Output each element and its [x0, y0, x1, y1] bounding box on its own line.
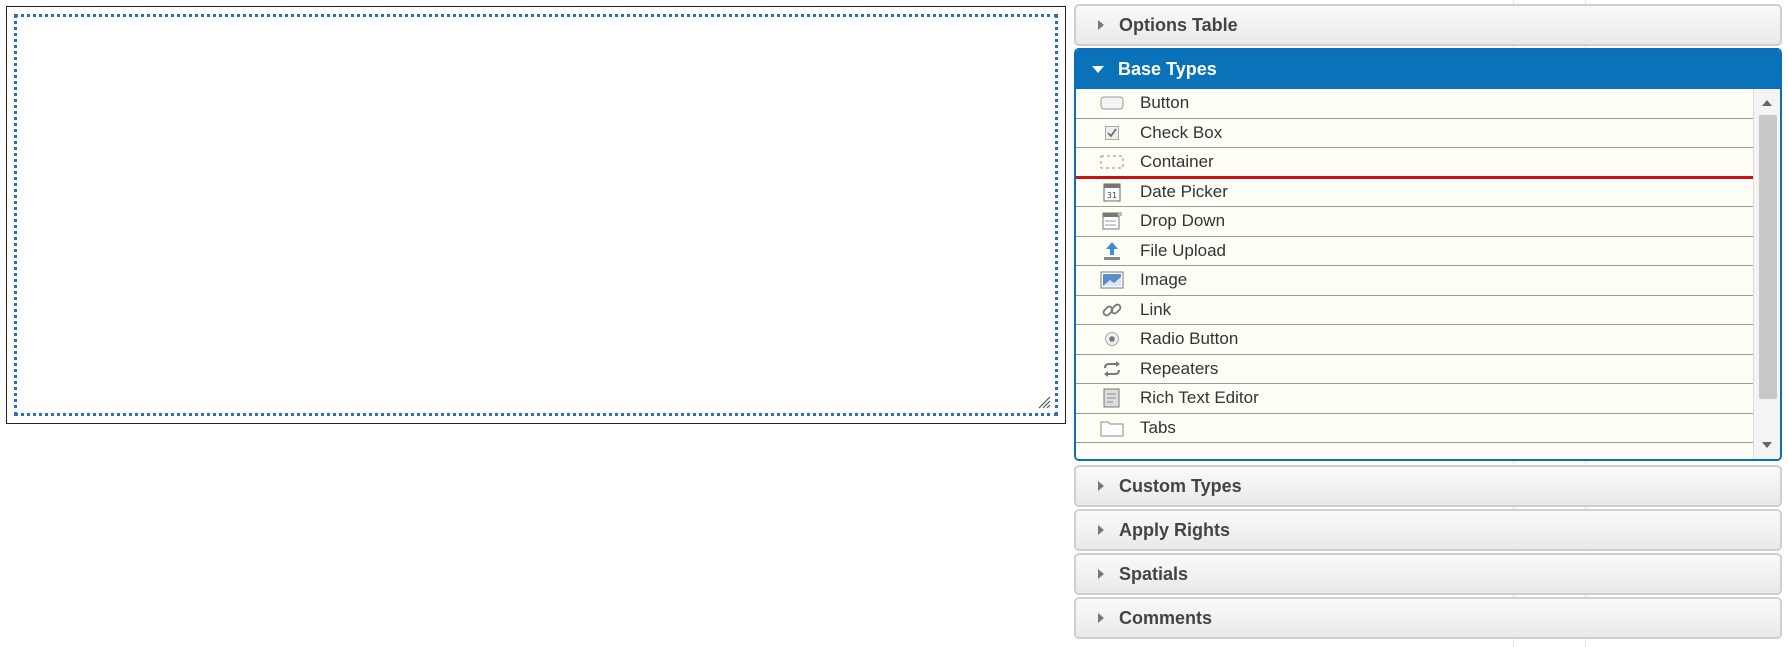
chevron-right-icon	[1098, 613, 1104, 623]
checkbox-icon	[1099, 122, 1125, 144]
list-item-drop-down[interactable]: Drop Down	[1076, 207, 1754, 237]
list-item-label: Check Box	[1140, 122, 1223, 142]
list-item-label: Radio Button	[1140, 329, 1239, 349]
section-comments[interactable]: Comments	[1074, 597, 1782, 639]
list-item-label: Image	[1140, 270, 1188, 290]
list-item-image[interactable]: Image	[1076, 266, 1754, 296]
section-custom-types[interactable]: Custom Types	[1074, 465, 1782, 507]
container-drop-zone[interactable]	[14, 14, 1058, 416]
list-item-tabs[interactable]: Tabs	[1076, 414, 1754, 443]
chevron-right-icon	[1098, 569, 1104, 579]
upload-icon	[1099, 240, 1125, 262]
list-item-repeaters[interactable]: Repeaters	[1076, 355, 1754, 384]
design-canvas	[6, 6, 1066, 424]
section-title: Apply Rights	[1119, 519, 1230, 540]
list-item-label: Rich Text Editor	[1140, 388, 1259, 408]
section-base-types-header[interactable]: Base Types	[1076, 50, 1780, 89]
list-item-rich-text-editor[interactable]: Rich Text Editor	[1076, 384, 1754, 414]
list-item-button[interactable]: Button	[1076, 89, 1754, 119]
list-scrollbar[interactable]	[1753, 89, 1780, 459]
section-options-table[interactable]: Options Table	[1074, 4, 1782, 46]
section-title: Spatials	[1119, 563, 1189, 584]
image-icon	[1099, 269, 1125, 291]
svg-text:31: 31	[1107, 191, 1117, 200]
scroll-thumb[interactable]	[1759, 115, 1777, 399]
section-title: Base Types	[1118, 59, 1217, 79]
list-item-radio-button[interactable]: Radio Button	[1076, 325, 1754, 355]
list-item-label: Link	[1140, 299, 1172, 319]
calendar-icon: 31	[1099, 181, 1125, 203]
folder-icon	[1099, 417, 1125, 439]
toolbox-accordion: Options Table Base Types Button Check Bo…	[1074, 4, 1782, 641]
list-item[interactable]	[1076, 443, 1754, 453]
list-item-date-picker[interactable]: 31 Date Picker	[1076, 178, 1754, 207]
base-types-list: Button Check Box Container 31 Date Picke…	[1076, 89, 1780, 459]
section-title: Custom Types	[1119, 475, 1242, 496]
link-icon	[1099, 299, 1125, 321]
resize-handle-icon[interactable]	[1037, 395, 1051, 409]
button-icon	[1099, 92, 1125, 114]
document-icon	[1099, 387, 1125, 409]
section-apply-rights[interactable]: Apply Rights	[1074, 509, 1782, 551]
list-item-label: Button	[1140, 93, 1190, 113]
list-item-label: File Upload	[1140, 240, 1226, 260]
list-item-label: Drop Down	[1140, 211, 1226, 231]
section-base-types: Base Types Button Check Box Container 31…	[1074, 48, 1782, 461]
chevron-right-icon	[1098, 481, 1104, 491]
section-spatials[interactable]: Spatials	[1074, 553, 1782, 595]
list-item-link[interactable]: Link	[1076, 296, 1754, 325]
list-item-label: Container	[1140, 152, 1214, 172]
scroll-down-button[interactable]	[1754, 435, 1780, 455]
list-item-label: Date Picker	[1140, 181, 1228, 201]
dropdown-icon	[1099, 210, 1125, 232]
list-item-check-box[interactable]: Check Box	[1076, 119, 1754, 148]
arrow-up-icon	[1762, 100, 1772, 106]
list-item-container[interactable]: Container	[1076, 148, 1780, 178]
list-item-label: Repeaters	[1140, 358, 1219, 378]
list-item-label: Tabs	[1140, 417, 1176, 437]
repeat-icon	[1099, 358, 1125, 380]
chevron-down-icon	[1092, 66, 1104, 73]
arrow-down-icon	[1762, 442, 1772, 448]
section-title: Options Table	[1119, 14, 1238, 35]
scroll-up-button[interactable]	[1754, 93, 1780, 113]
list-item-file-upload[interactable]: File Upload	[1076, 237, 1754, 266]
chevron-right-icon	[1098, 20, 1104, 30]
radio-icon	[1099, 328, 1125, 350]
container-icon	[1099, 151, 1125, 173]
chevron-right-icon	[1098, 525, 1104, 535]
section-title: Comments	[1119, 607, 1213, 628]
